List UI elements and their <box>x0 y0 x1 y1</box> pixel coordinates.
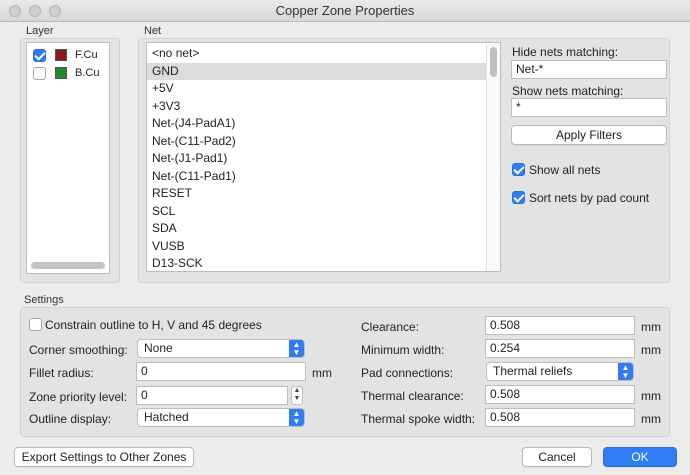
thermal-clearance-unit: mm <box>641 389 661 403</box>
net-item[interactable]: SDA <box>147 220 487 238</box>
corner-smoothing-label: Corner smoothing: <box>29 343 128 357</box>
hide-nets-label: Hide nets matching: <box>512 45 619 59</box>
pad-connections-select[interactable]: Thermal reliefs ▲ ▼ <box>486 362 634 381</box>
net-item[interactable]: RESET <box>147 185 487 203</box>
net-item[interactable]: VUSB <box>147 238 487 256</box>
net-item[interactable]: SCL <box>147 203 487 221</box>
corner-smoothing-value: None <box>144 341 173 355</box>
net-list-scroll-thumb[interactable] <box>490 47 497 77</box>
thermal-clearance-input[interactable]: 0.508 <box>485 385 635 404</box>
net-item[interactable]: D13-SCK <box>147 255 487 271</box>
fillet-radius-label: Fillet radius: <box>29 366 94 380</box>
chevron-updown-icon: ▲ ▼ <box>289 409 304 426</box>
pad-connections-label: Pad connections: <box>361 366 454 380</box>
thermal-clearance-label: Thermal clearance: <box>361 389 464 403</box>
corner-smoothing-select[interactable]: None ▲ ▼ <box>137 339 305 358</box>
net-list-scroll-track[interactable] <box>486 43 500 271</box>
chevron-updown-icon: ▲ ▼ <box>618 363 633 380</box>
clearance-input[interactable]: 0.508 <box>485 316 635 335</box>
layer-row-bcu[interactable]: B.Cu <box>27 65 109 83</box>
thermal-spoke-unit: mm <box>641 412 661 426</box>
net-item-selected[interactable]: GND <box>147 62 487 80</box>
constrain-outline-label[interactable]: Constrain outline to H, V and 45 degrees <box>45 318 262 332</box>
ok-button[interactable]: OK <box>603 447 677 467</box>
fillet-radius-unit: mm <box>312 366 332 380</box>
apply-filters-button[interactable]: Apply Filters <box>511 125 667 145</box>
net-list[interactable]: <no net> GND +5V +3V3 Net-(J4-PadA1) Net… <box>146 42 501 272</box>
net-item[interactable]: +5V <box>147 80 487 98</box>
zone-priority-label: Zone priority level: <box>29 390 128 404</box>
thermal-spoke-label: Thermal spoke width: <box>361 412 476 426</box>
title-bar: Copper Zone Properties <box>0 0 690 22</box>
sort-nets-checkbox[interactable] <box>512 191 525 204</box>
chevron-updown-icon: ▲ ▼ <box>289 340 304 357</box>
net-item[interactable]: Net-(C11-Pad2) <box>147 133 487 151</box>
outline-display-label: Outline display: <box>29 412 112 426</box>
fillet-radius-input[interactable]: 0 <box>136 362 306 381</box>
cancel-button[interactable]: Cancel <box>522 447 592 467</box>
layer-row-fcu[interactable]: F.Cu <box>27 47 109 65</box>
layer-bcu-color-swatch <box>55 67 67 79</box>
layer-bcu-checkbox[interactable] <box>33 67 46 80</box>
minimum-width-label: Minimum width: <box>361 343 445 357</box>
show-nets-input[interactable]: * <box>511 98 667 117</box>
clearance-label: Clearance: <box>361 320 420 334</box>
net-item[interactable]: +3V3 <box>147 98 487 116</box>
layer-list[interactable]: F.Cu B.Cu <box>26 42 110 274</box>
pad-connections-value: Thermal reliefs <box>493 364 573 378</box>
layer-section-label: Layer <box>26 25 54 37</box>
show-nets-label: Show nets matching: <box>512 84 624 98</box>
hide-nets-input[interactable]: Net-* <box>511 60 667 79</box>
export-settings-button[interactable]: Export Settings to Other Zones <box>14 447 194 467</box>
layer-fcu-name: F.Cu <box>75 49 98 61</box>
copper-zone-dialog: Copper Zone Properties Layer F.Cu B.Cu N… <box>0 0 690 475</box>
net-section-label: Net <box>144 25 162 37</box>
show-all-nets-label[interactable]: Show all nets <box>529 163 600 177</box>
sort-nets-label[interactable]: Sort nets by pad count <box>529 191 649 205</box>
net-item[interactable]: Net-(J1-Pad1) <box>147 150 487 168</box>
layer-fcu-color-swatch <box>55 49 67 61</box>
net-item[interactable]: Net-(C11-Pad1) <box>147 168 487 186</box>
zone-priority-input[interactable]: 0 <box>136 386 288 405</box>
settings-section-label: Settings <box>24 294 64 306</box>
show-all-nets-checkbox[interactable] <box>512 163 525 176</box>
net-item[interactable]: <no net> <box>147 45 487 63</box>
window-title: Copper Zone Properties <box>275 3 415 18</box>
net-item[interactable]: Net-(J4-PadA1) <box>147 115 487 133</box>
clearance-unit: mm <box>641 320 661 334</box>
layer-fcu-checkbox[interactable] <box>33 49 46 62</box>
thermal-spoke-input[interactable]: 0.508 <box>485 408 635 427</box>
layer-bcu-name: B.Cu <box>75 67 100 79</box>
minimum-width-input[interactable]: 0.254 <box>485 339 635 358</box>
constrain-outline-checkbox[interactable] <box>29 318 42 331</box>
minimum-width-unit: mm <box>641 343 661 357</box>
layer-list-scrollbar[interactable] <box>31 262 105 269</box>
outline-display-select[interactable]: Hatched ▲ ▼ <box>137 408 305 427</box>
zone-priority-stepper[interactable]: ▲ ▼ <box>291 386 303 405</box>
outline-display-value: Hatched <box>144 410 189 424</box>
